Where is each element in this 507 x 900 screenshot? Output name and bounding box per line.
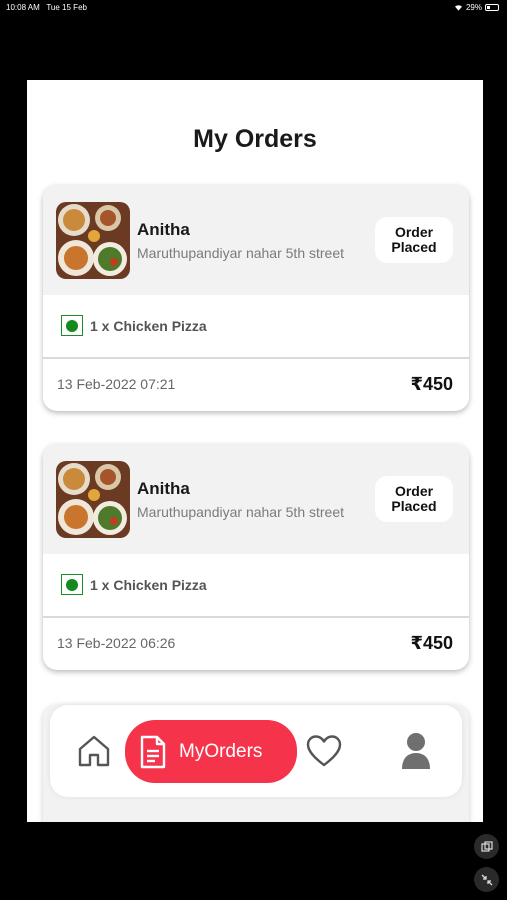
veg-indicator-icon: [61, 315, 83, 336]
collapse-button[interactable]: [474, 867, 499, 892]
order-card[interactable]: Anitha Maruthupandiyar nahar 5th street …: [43, 185, 469, 411]
veg-indicator-icon: [61, 574, 83, 595]
customer-name: Anitha: [137, 220, 190, 239]
divider: [43, 616, 469, 618]
order-card-header: Anitha Maruthupandiyar nahar 5th street …: [43, 185, 469, 295]
battery-percent: 29%: [465, 3, 482, 12]
app-window: My Orders Anitha Maruthupandiyar nahar 5…: [27, 80, 483, 822]
status-bar: 10:08 AM Tue 15 Feb 29%: [0, 0, 507, 16]
order-status-badge: Order Placed: [375, 217, 453, 263]
order-item: 1 x Chicken Pizza: [61, 574, 207, 595]
profile-icon[interactable]: [400, 732, 432, 770]
status-right: 29%: [454, 3, 499, 12]
bottom-nav: MyOrders: [50, 705, 462, 797]
status-time: 10:08 AM: [6, 3, 40, 12]
order-datetime: 13 Feb-2022 07:21: [57, 376, 176, 392]
nav-myorders-button[interactable]: MyOrders: [125, 720, 297, 783]
window-icon: [480, 840, 493, 852]
order-item: 1 x Chicken Pizza: [61, 315, 207, 336]
home-icon[interactable]: [76, 733, 112, 769]
order-card-header: Anitha Maruthupandiyar nahar 5th street …: [43, 444, 469, 554]
customer-address: Maruthupandiyar nahar 5th street: [137, 504, 345, 520]
order-item-text: 1 x Chicken Pizza: [90, 317, 207, 334]
food-image: [56, 461, 130, 538]
collapse-icon: [481, 874, 492, 885]
nav-myorders-label: MyOrders: [179, 740, 263, 762]
status-date: Tue 15 Feb: [46, 3, 87, 12]
heart-icon[interactable]: [306, 734, 342, 768]
customer-address: Maruthupandiyar nahar 5th street: [137, 245, 345, 261]
food-image: [56, 202, 130, 279]
document-icon: [140, 735, 166, 768]
window-mode-button[interactable]: [474, 834, 499, 859]
order-card[interactable]: Anitha Maruthupandiyar nahar 5th street …: [43, 444, 469, 670]
order-datetime: 13 Feb-2022 06:26: [57, 635, 176, 651]
status-time-date: 10:08 AM Tue 15 Feb: [6, 3, 87, 12]
page-title: My Orders: [193, 125, 317, 153]
wifi-icon: [454, 5, 462, 11]
order-price: ₹450: [410, 374, 453, 394]
order-item-text: 1 x Chicken Pizza: [90, 576, 207, 593]
order-price: ₹450: [410, 633, 453, 653]
order-status-badge: Order Placed: [375, 476, 453, 522]
customer-name: Anitha: [137, 479, 190, 498]
divider: [43, 357, 469, 359]
battery-icon: [485, 4, 499, 11]
